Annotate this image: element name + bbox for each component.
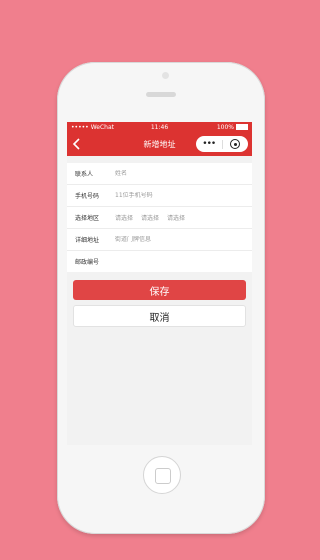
postcode-row: 邮政编号 [67, 251, 252, 272]
home-square-icon [155, 468, 171, 484]
contact-row: 联系人 [67, 163, 252, 185]
province-select[interactable]: 请选择 [115, 213, 133, 222]
navigation-bar: 新增地址 ••• [67, 132, 252, 156]
phone-row: 手机号码 [67, 185, 252, 207]
more-options-icon[interactable]: ••• [196, 139, 222, 149]
mini-program-capsule: ••• [196, 136, 248, 152]
app-screen: ••••• WeChat 11:46 100% 新增地址 ••• 联系人 手机号… [67, 122, 252, 445]
back-arrow-icon[interactable] [72, 137, 82, 151]
clock: 11:46 [150, 123, 169, 131]
cancel-button[interactable]: 取消 [73, 305, 246, 327]
postcode-label: 邮政编号 [75, 259, 100, 266]
battery-percent: 100% [216, 123, 234, 131]
region-row: 选择地区 请选择 请选择 请选择 [67, 207, 252, 229]
address-row: 详细地址 [67, 229, 252, 251]
carrier-name: WeChat [90, 123, 114, 131]
postcode-input[interactable] [115, 258, 235, 265]
battery-icon [236, 124, 248, 130]
close-mini-program-icon[interactable] [223, 139, 249, 149]
home-button[interactable] [143, 456, 181, 494]
speaker-grille [146, 92, 176, 97]
signal-icon: ••••• [71, 123, 89, 131]
camera-icon [162, 72, 169, 79]
address-form: 联系人 手机号码 选择地区 请选择 请选择 请选择 详细地址 邮政编号 [67, 163, 252, 272]
save-button[interactable]: 保存 [73, 280, 246, 300]
city-select[interactable]: 请选择 [141, 213, 159, 222]
phone-number-input[interactable] [115, 192, 235, 199]
phone-label: 手机号码 [75, 193, 100, 200]
battery-fill [237, 125, 247, 129]
street-address-input[interactable] [115, 236, 235, 243]
contact-label: 联系人 [75, 171, 94, 178]
district-select[interactable]: 请选择 [167, 213, 185, 222]
contact-name-input[interactable] [115, 170, 235, 177]
address-label: 详细地址 [75, 237, 100, 244]
region-label: 选择地区 [75, 215, 100, 222]
status-bar: ••••• WeChat 11:46 100% [67, 122, 252, 132]
